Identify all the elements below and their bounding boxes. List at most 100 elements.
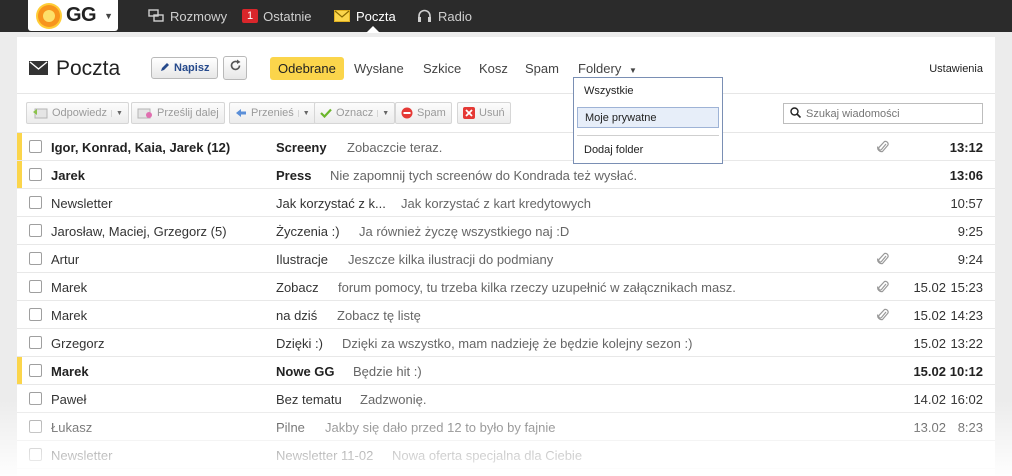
page-title-text: Poczta [56, 57, 121, 80]
message-row[interactable]: Grzegorz Dzięki :) Dzięki za wszystko, m… [17, 329, 995, 357]
reply-envelope-icon [32, 107, 48, 119]
move-button[interactable]: Przenieś ▼ [229, 102, 316, 124]
message-subject: Press [276, 168, 312, 183]
top-navigation-bar: GG ▼ Rozmowy 1 Ostatnie Poczta Radio [0, 0, 1012, 33]
folders-dropdown-menu: Wszystkie Moje prywatne Dodaj folder [573, 77, 723, 164]
row-checkbox[interactable] [29, 336, 42, 349]
compose-label: Napisz [174, 62, 210, 74]
message-subject: Zobacz [276, 280, 319, 295]
message-preview: Jak korzystać z kart kredytowych [401, 196, 591, 211]
menu-divider [577, 135, 719, 136]
message-time: 9:25 [957, 224, 983, 239]
message-row[interactable]: Artur Ilustracje Jeszcze kilka ilustracj… [17, 245, 995, 273]
message-sender: Marek [51, 364, 89, 379]
search-icon [790, 106, 802, 121]
row-checkbox[interactable] [29, 392, 42, 405]
message-subject: Screeny [276, 140, 327, 155]
tab-wyslane[interactable]: Wysłane [354, 57, 404, 80]
checkmark-icon [320, 108, 332, 118]
message-row[interactable]: Marek na dziś Zobacz tę listę 15.02 14:2… [17, 301, 995, 329]
message-date: 14.02 [913, 392, 946, 407]
forward-envelope-icon [137, 107, 153, 119]
message-row[interactable]: Jarosław, Maciej, Grzegorz (5) Życzenia … [17, 217, 995, 245]
row-checkbox[interactable] [29, 364, 42, 377]
row-checkbox[interactable] [29, 224, 42, 237]
message-preview: Nowa oferta specjalna dla Ciebie [392, 448, 583, 463]
tab-kosz[interactable]: Kosz [479, 57, 508, 80]
nav-label: Rozmowy [170, 8, 228, 24]
folder-item-all[interactable]: Wszystkie [577, 81, 719, 102]
tab-odebrane[interactable]: Odebrane [270, 57, 344, 80]
message-time: 9:24 [957, 252, 983, 267]
message-subject: Dzięki :) [276, 336, 323, 351]
row-checkbox[interactable] [29, 140, 42, 153]
refresh-icon [229, 59, 242, 77]
message-row[interactable]: Newsletter Newsletter 11-02 Nowa oferta … [17, 441, 995, 469]
compose-button[interactable]: Napisz [151, 57, 219, 79]
refresh-button[interactable] [223, 56, 247, 80]
row-checkbox[interactable] [29, 252, 42, 265]
row-checkbox[interactable] [29, 280, 42, 293]
message-toolbar: Odpowiedz ▼ Prześlij dalej Przenieś ▼ Oz… [17, 93, 995, 133]
message-date: 15.02 [913, 364, 946, 379]
message-sender: Igor, Konrad, Kaia, Jarek (12) [51, 140, 231, 155]
folder-item-private[interactable]: Moje prywatne [577, 107, 719, 128]
paperclip-icon [877, 139, 889, 158]
tab-spam[interactable]: Spam [525, 57, 559, 80]
message-time: 16:02 [950, 392, 983, 407]
message-row[interactable]: Newsletter Jak korzystać z k... Jak korz… [17, 189, 995, 217]
message-row[interactable]: Marek Nowe GG Będzie hit :) 15.02 10:12 [17, 357, 995, 385]
row-checkbox[interactable] [29, 196, 42, 209]
message-time: 13:22 [950, 336, 983, 351]
settings-link[interactable]: Ustawienia [929, 63, 983, 75]
nav-label: Ostatnie [263, 8, 312, 24]
tab-szkice[interactable]: Szkice [423, 57, 461, 80]
message-time: 10:12 [949, 364, 983, 379]
message-preview: Jeszcze kilka ilustracji do podmiany [348, 252, 554, 267]
pencil-icon [160, 62, 170, 75]
row-checkbox[interactable] [29, 420, 42, 433]
message-subject: Ilustracje [276, 252, 329, 267]
message-date: 15.02 [913, 308, 946, 323]
nav-rozmowy[interactable]: Rozmowy [148, 0, 227, 32]
message-date: 15.02 [913, 280, 946, 295]
envelope-icon [29, 57, 48, 81]
nav-label: Radio [438, 8, 472, 24]
message-preview: Jakby się dało przed 12 to było by fajni… [325, 420, 556, 435]
message-row[interactable]: Marek Zobacz forum pomocy, tu trzeba kil… [17, 273, 995, 301]
message-time: 15:23 [950, 280, 983, 295]
message-row[interactable]: Jarek Press Nie zapomnij tych screenów d… [17, 161, 995, 189]
message-preview: forum pomocy, tu trzeba kilka rzeczy uzu… [338, 280, 736, 295]
gg-logo-menu[interactable]: GG ▼ [28, 0, 118, 31]
nav-poczta[interactable]: Poczta [334, 0, 396, 32]
add-folder-item[interactable]: Dodaj folder [577, 140, 719, 161]
message-row[interactable]: Łukasz Pilne Jakby się dało przed 12 to … [17, 413, 995, 441]
row-checkbox[interactable] [29, 448, 42, 461]
unread-count-badge: 1 [242, 9, 259, 23]
search-input[interactable] [806, 107, 976, 120]
nav-ostatnie[interactable]: 1 Ostatnie [242, 0, 312, 32]
search-box[interactable] [783, 103, 983, 124]
mark-button[interactable]: Oznacz ▼ [314, 102, 396, 124]
message-sender: Newsletter [51, 448, 113, 463]
delete-button[interactable]: Usuń [457, 102, 511, 124]
message-row[interactable]: Paweł Bez tematu Zadzwonię. 14.02 16:02 [17, 385, 995, 413]
message-subject: Życzenia :) [276, 224, 340, 239]
message-sender: Grzegorz [51, 336, 105, 351]
chat-bubbles-icon [148, 9, 164, 23]
message-preview: Nie zapomnij tych screenów do Kondrada t… [330, 168, 638, 183]
reply-button[interactable]: Odpowiedz ▼ [26, 102, 129, 124]
message-row[interactable]: Igor, Konrad, Kaia, Jarek (12) Screeny Z… [17, 133, 995, 161]
row-checkbox[interactable] [29, 308, 42, 321]
message-preview: Zobaczcie teraz. [347, 140, 443, 155]
message-sender: Paweł [51, 392, 87, 407]
spam-button[interactable]: Spam [395, 102, 452, 124]
gg-sun-icon [38, 4, 60, 27]
forward-button[interactable]: Prześlij dalej [131, 102, 225, 124]
spam-label: Spam [417, 107, 446, 119]
row-checkbox[interactable] [29, 168, 42, 181]
nav-radio[interactable]: Radio [417, 0, 472, 32]
caret-down-icon: ▼ [628, 66, 637, 75]
move-label: Przenieś [251, 107, 294, 119]
no-entry-icon [401, 107, 413, 119]
